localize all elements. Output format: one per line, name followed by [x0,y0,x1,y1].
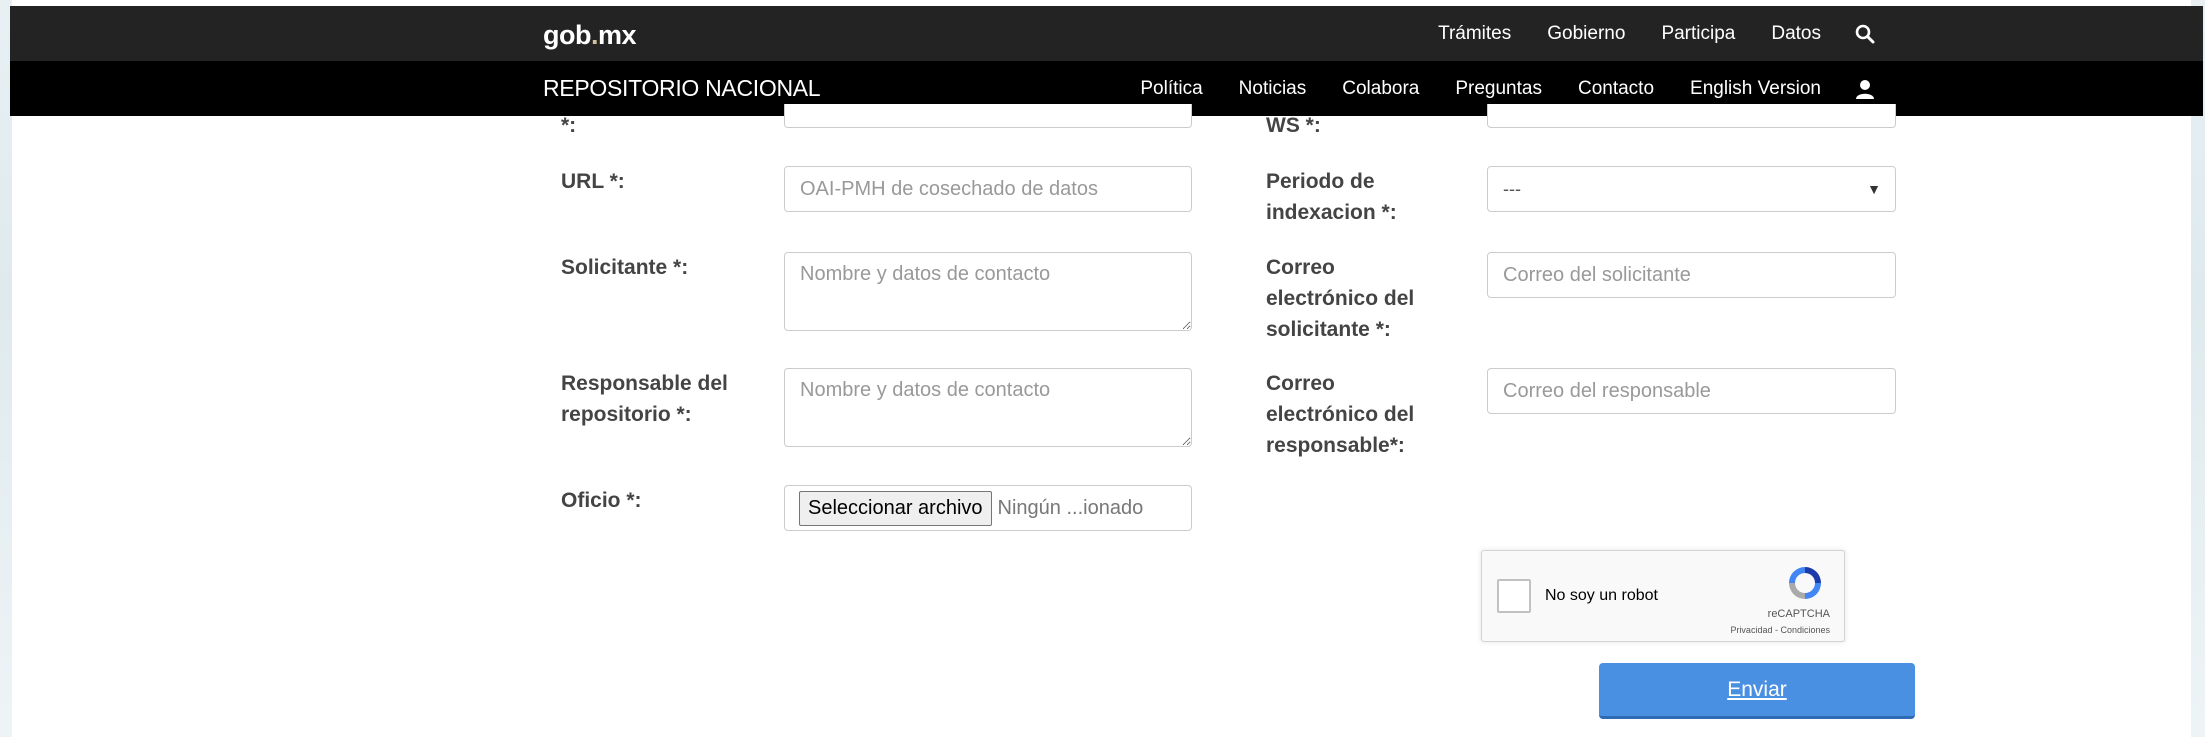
file-status: Ningún ...ionado [997,496,1144,519]
nav-noticias[interactable]: Noticias [1239,78,1307,100]
caret-down-icon: ▼ [1867,181,1881,197]
correo-solicitante-line1: Correo [1266,256,1335,279]
url-label: URL *: [561,170,625,193]
correo-solicitante-line2: electrónico del [1266,287,1415,310]
nav-politica[interactable]: Política [1140,78,1202,100]
recaptcha-label: No soy un robot [1545,587,1658,604]
correo-solicitante-label: Correo electrónico del solicitante *: [1266,252,1414,345]
recaptcha-logo-icon [1780,563,1830,608]
nav-preguntas[interactable]: Preguntas [1455,78,1542,100]
user-icon[interactable] [1855,79,1875,99]
recaptcha-widget: No soy un robot reCAPTCHA Privacidad - C… [1481,550,1845,642]
oficio-label: Oficio *: [561,489,642,512]
partial-input-right[interactable] [1487,104,1896,128]
responsable-label-line1: Responsable del [561,372,728,395]
periodo-select-value: --- [1503,178,1521,199]
recaptcha-links[interactable]: Privacidad - Condiciones [1730,625,1830,635]
recaptcha-checkbox[interactable] [1497,579,1531,613]
correo-responsable-line3: responsable*: [1266,434,1405,457]
nav-gobierno[interactable]: Gobierno [1547,23,1625,45]
responsable-label-line2: repositorio *: [561,403,692,426]
site-title[interactable]: REPOSITORIO NACIONAL [543,75,821,102]
top-navbar: gob.mx Trámites Gobierno Participa Datos [10,6,2203,61]
correo-solicitante-line3: solicitante *: [1266,318,1391,341]
nav-contacto[interactable]: Contacto [1578,78,1654,100]
periodo-select[interactable]: --- ▼ [1487,166,1896,212]
periodo-label-line2: indexacion *: [1266,201,1397,224]
partial-label-right: WS *: [1266,114,1321,137]
correo-responsable-line2: electrónico del [1266,403,1415,426]
logo-part-gob: gob [543,20,591,50]
nav-english-version[interactable]: English Version [1690,78,1821,100]
nav-datos[interactable]: Datos [1771,23,1821,45]
logo-dot: . [590,20,599,50]
nav-participa[interactable]: Participa [1661,23,1735,45]
partial-input-left[interactable] [784,104,1192,128]
correo-responsable-line1: Correo [1266,372,1335,395]
correo-responsable-label: Correo electrónico del responsable*: [1266,368,1414,461]
periodo-label: Periodo de indexacion *: [1266,166,1397,228]
partial-label-left: *: [561,114,577,137]
url-input[interactable] [784,166,1192,212]
periodo-label-line1: Periodo de [1266,170,1375,193]
responsable-textarea[interactable] [784,368,1192,447]
correo-responsable-input[interactable] [1487,368,1896,414]
nav-colabora[interactable]: Colabora [1342,78,1419,100]
select-file-button[interactable]: Seleccionar archivo [799,490,992,526]
submit-button[interactable]: Enviar [1599,663,1915,719]
correo-solicitante-input[interactable] [1487,252,1896,298]
responsable-label: Responsable del repositorio *: [561,368,728,430]
oficio-file-input[interactable]: Seleccionar archivo Ningún ...ionado [784,485,1192,531]
search-icon[interactable] [1855,24,1875,44]
logo-part-mx: mx [598,20,637,50]
gobmx-logo[interactable]: gob.mx [543,20,637,51]
solicitante-label: Solicitante *: [561,256,689,279]
solicitante-textarea[interactable] [784,252,1192,331]
top-nav: Trámites Gobierno Participa Datos [1402,6,1875,61]
recaptcha-brand: reCAPTCHA [1767,608,1830,620]
nav-tramites[interactable]: Trámites [1438,23,1511,45]
